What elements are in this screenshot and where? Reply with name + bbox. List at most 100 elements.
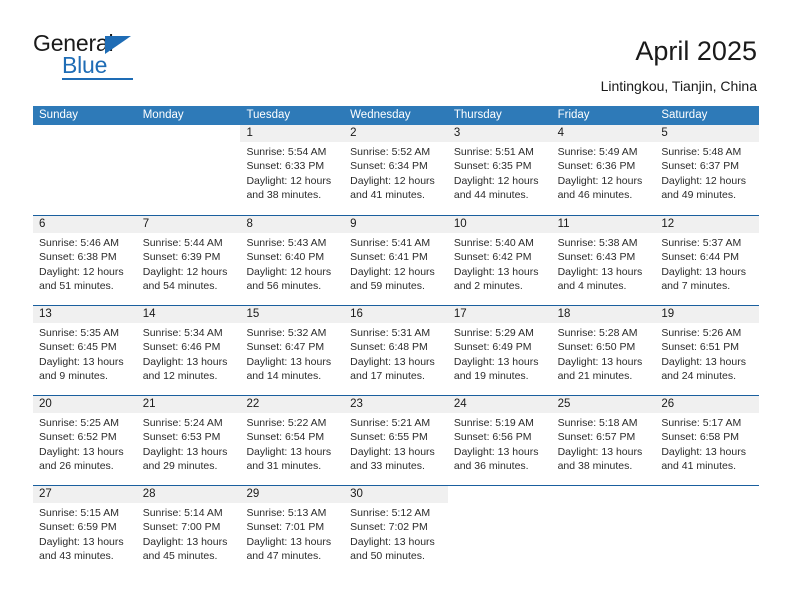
daylight-text: and 29 minutes. <box>142 460 218 473</box>
calendar-day-cell[interactable]: 19 Sunrise: 5:26 AM Sunset: 6:51 PM Dayligh… <box>655 306 760 395</box>
daylight-text: Daylight: 13 hours <box>350 445 435 458</box>
daylight-text: and 21 minutes. <box>557 370 633 383</box>
day-sun-info: Sunrise: 5:13 AM Sunset: 7:01 PM Daylight:… <box>240 503 344 564</box>
calendar-day-cell[interactable]: 26 Sunrise: 5:17 AM Sunset: 6:58 PM Dayligh… <box>655 396 760 485</box>
day-number <box>137 125 241 142</box>
daylight-text: and 38 minutes. <box>246 189 322 202</box>
day-sun-info: Sunrise: 5:48 AM Sunset: 6:37 PM Daylight:… <box>655 142 759 203</box>
calendar-day-cell[interactable]: 4 Sunrise: 5:49 AM Sunset: 6:36 PM Daylight… <box>551 125 656 215</box>
daylight-text: Daylight: 12 hours <box>142 265 228 278</box>
day-sun-info: Sunrise: 5:35 AM Sunset: 6:45 PM Daylight:… <box>33 323 137 384</box>
sunset-text: Sunset: 6:37 PM <box>661 160 739 173</box>
sunrise-text: Sunrise: 5:54 AM <box>246 146 327 158</box>
calendar-day-cell[interactable]: 13 Sunrise: 5:35 AM Sunset: 6:45 PM Dayligh… <box>33 306 137 395</box>
calendar-day-cell[interactable]: 15 Sunrise: 5:32 AM Sunset: 6:47 PM Dayligh… <box>240 306 345 395</box>
day-number: 30 <box>344 486 448 503</box>
calendar-day-cell[interactable]: 2 Sunrise: 5:52 AM Sunset: 6:34 PM Daylight… <box>344 125 448 215</box>
day-sun-info: Sunrise: 5:34 AM Sunset: 6:46 PM Daylight:… <box>137 323 241 384</box>
sunrise-text: Sunrise: 5:32 AM <box>246 327 327 339</box>
sunset-text: Sunset: 6:50 PM <box>557 341 636 354</box>
calendar-day-cell-empty <box>552 485 656 576</box>
calendar-day-cell[interactable]: 1 Sunrise: 5:54 AM Sunset: 6:33 PM Daylight… <box>240 125 345 215</box>
daylight-text: Daylight: 13 hours <box>246 355 332 368</box>
day-number: 27 <box>33 486 137 503</box>
sunset-text: Sunset: 7:00 PM <box>142 521 221 534</box>
daylight-text: and 31 minutes. <box>246 460 322 473</box>
day-number <box>448 485 552 502</box>
day-sun-info: Sunrise: 5:32 AM Sunset: 6:47 PM Daylight:… <box>240 323 344 384</box>
day-number: 26 <box>655 396 760 413</box>
calendar-week-row: 1 Sunrise: 5:54 AM Sunset: 6:33 PM Daylight… <box>33 125 760 215</box>
sunset-text: Sunset: 6:49 PM <box>453 341 532 354</box>
day-sun-info: Sunrise: 5:37 AM Sunset: 6:44 PM Daylight:… <box>655 233 759 294</box>
sunset-text: Sunset: 6:41 PM <box>350 251 428 264</box>
calendar-day-cell[interactable]: 28 Sunrise: 5:14 AM Sunset: 7:00 PM Dayligh… <box>136 486 241 575</box>
weekday-header-tuesday: Tuesday <box>246 109 291 121</box>
sunrise-text: Sunrise: 5:43 AM <box>246 237 327 249</box>
daylight-text: Daylight: 13 hours <box>453 355 539 368</box>
calendar-day-cell[interactable]: 3 Sunrise: 5:51 AM Sunset: 6:35 PM Daylight… <box>447 125 552 215</box>
day-sun-info: Sunrise: 5:24 AM Sunset: 6:53 PM Daylight:… <box>137 413 241 474</box>
day-number: 5 <box>655 125 760 142</box>
calendar-day-cell[interactable]: 20 Sunrise: 5:25 AM Sunset: 6:52 PM Dayligh… <box>33 396 137 485</box>
calendar-day-cell[interactable]: 5 Sunrise: 5:48 AM Sunset: 6:37 PM Daylight… <box>655 125 760 215</box>
calendar-day-cell[interactable]: 30 Sunrise: 5:12 AM Sunset: 7:02 PM Dayligh… <box>344 486 448 575</box>
calendar-day-cell[interactable]: 29 Sunrise: 5:13 AM Sunset: 7:01 PM Dayligh… <box>240 486 345 575</box>
calendar-day-cell[interactable]: 21 Sunrise: 5:24 AM Sunset: 6:53 PM Dayligh… <box>136 396 241 485</box>
sunrise-text: Sunrise: 5:18 AM <box>557 417 638 429</box>
day-number: 12 <box>655 216 760 233</box>
daylight-text: and 44 minutes. <box>453 189 529 202</box>
day-sun-info: Sunrise: 5:51 AM Sunset: 6:35 PM Daylight:… <box>448 142 552 203</box>
sunrise-text: Sunrise: 5:38 AM <box>557 237 638 249</box>
calendar-day-cell[interactable]: 12 Sunrise: 5:37 AM Sunset: 6:44 PM Dayligh… <box>655 216 760 305</box>
sunrise-text: Sunrise: 5:35 AM <box>39 327 119 339</box>
calendar-day-cell[interactable]: 24 Sunrise: 5:19 AM Sunset: 6:56 PM Dayligh… <box>447 396 552 485</box>
sunset-text: Sunset: 6:42 PM <box>453 251 532 264</box>
calendar-day-cell[interactable]: 6 Sunrise: 5:46 AM Sunset: 6:38 PM Daylight… <box>33 216 137 305</box>
calendar-day-cell[interactable]: 25 Sunrise: 5:18 AM Sunset: 6:57 PM Dayligh… <box>551 396 656 485</box>
sunrise-text: Sunrise: 5:28 AM <box>557 327 638 339</box>
calendar-day-cell[interactable]: 11 Sunrise: 5:38 AM Sunset: 6:43 PM Dayligh… <box>551 216 656 305</box>
calendar-day-cell[interactable]: 10 Sunrise: 5:40 AM Sunset: 6:42 PM Dayligh… <box>447 216 552 305</box>
sunrise-text: Sunrise: 5:40 AM <box>453 237 534 249</box>
sunrise-text: Sunrise: 5:41 AM <box>350 237 431 249</box>
calendar-day-cell[interactable]: 8 Sunrise: 5:43 AM Sunset: 6:40 PM Daylight… <box>240 216 345 305</box>
daylight-text: Daylight: 13 hours <box>142 355 228 368</box>
daylight-text: Daylight: 13 hours <box>142 445 228 458</box>
sunset-text: Sunset: 6:57 PM <box>557 431 636 444</box>
daylight-text: and 50 minutes. <box>350 550 425 563</box>
sunset-text: Sunset: 6:36 PM <box>557 160 636 173</box>
daylight-text: and 36 minutes. <box>453 460 529 473</box>
daylight-text: and 43 minutes. <box>39 550 114 563</box>
calendar-week-row: 20 Sunrise: 5:25 AM Sunset: 6:52 PM Dayligh… <box>33 395 760 485</box>
sunrise-text: Sunrise: 5:52 AM <box>350 146 431 158</box>
day-sun-info: Sunrise: 5:44 AM Sunset: 6:39 PM Daylight:… <box>137 233 241 294</box>
sunset-text: Sunset: 6:53 PM <box>142 431 221 444</box>
calendar-day-cell[interactable]: 14 Sunrise: 5:34 AM Sunset: 6:46 PM Dayligh… <box>136 306 241 395</box>
day-number: 10 <box>447 216 552 233</box>
day-number: 24 <box>447 396 552 413</box>
calendar-day-cell[interactable]: 23 Sunrise: 5:21 AM Sunset: 6:55 PM Dayligh… <box>344 396 448 485</box>
day-number: 15 <box>240 306 345 323</box>
sunrise-text: Sunrise: 5:51 AM <box>453 146 534 158</box>
weekday-header-sunday: Sunday <box>39 109 79 121</box>
sunrise-text: Sunrise: 5:12 AM <box>350 507 431 519</box>
calendar-day-cell[interactable]: 7 Sunrise: 5:44 AM Sunset: 6:39 PM Daylight… <box>136 216 241 305</box>
day-sun-info: Sunrise: 5:31 AM Sunset: 6:48 PM Daylight:… <box>344 323 448 384</box>
sunrise-text: Sunrise: 5:24 AM <box>142 417 223 429</box>
calendar-day-cell[interactable]: 16 Sunrise: 5:31 AM Sunset: 6:48 PM Dayligh… <box>344 306 448 395</box>
daylight-text: Daylight: 12 hours <box>39 265 124 278</box>
calendar-day-cell[interactable]: 27 Sunrise: 5:15 AM Sunset: 6:59 PM Dayligh… <box>33 486 137 575</box>
daylight-text: Daylight: 12 hours <box>453 174 539 187</box>
calendar-day-cell[interactable]: 9 Sunrise: 5:41 AM Sunset: 6:41 PM Daylight… <box>344 216 448 305</box>
sunset-text: Sunset: 6:56 PM <box>453 431 532 444</box>
day-number: 1 <box>240 125 345 142</box>
calendar-day-cell[interactable]: 18 Sunrise: 5:28 AM Sunset: 6:50 PM Dayligh… <box>551 306 656 395</box>
day-sun-info: Sunrise: 5:41 AM Sunset: 6:41 PM Daylight:… <box>344 233 448 294</box>
day-sun-info: Sunrise: 5:25 AM Sunset: 6:52 PM Daylight:… <box>33 413 137 474</box>
day-number: 22 <box>240 396 345 413</box>
sunrise-text: Sunrise: 5:48 AM <box>661 146 742 158</box>
weekday-header-friday: Friday <box>557 109 590 121</box>
calendar-day-cell[interactable]: 22 Sunrise: 5:22 AM Sunset: 6:54 PM Dayligh… <box>240 396 345 485</box>
calendar-day-cell[interactable]: 17 Sunrise: 5:29 AM Sunset: 6:49 PM Dayligh… <box>447 306 552 395</box>
